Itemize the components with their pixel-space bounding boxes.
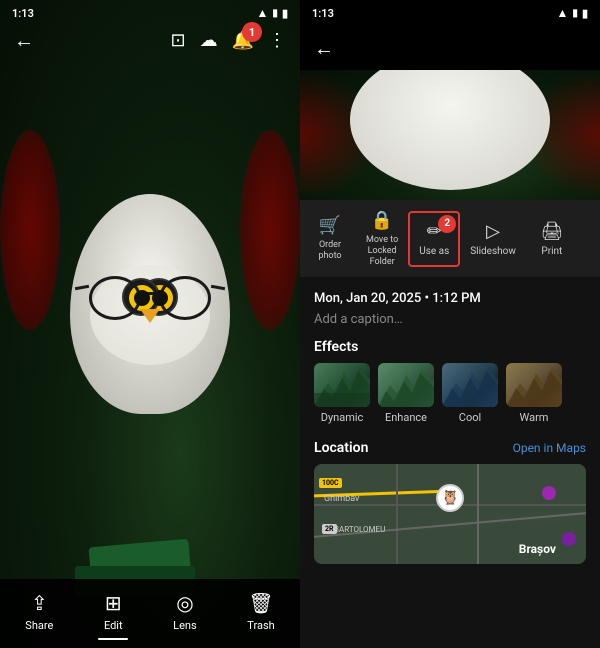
effect-dynamic-thumb	[314, 363, 370, 407]
effect-dynamic[interactable]: Dynamic	[314, 363, 370, 424]
glasses-arm-right	[211, 285, 225, 290]
right-panel: 1:13 ▲ ▮ ▮ ← 🛒 Orderphoto 🔒 Move toLocke…	[300, 0, 600, 648]
back-button[interactable]: ←	[14, 28, 34, 53]
effect-warm-label: Warm	[520, 411, 549, 424]
info-section: Mon, Jan 20, 2025 • 1:12 PM Add a captio…	[300, 277, 600, 335]
battery-icon: ▮	[282, 7, 288, 20]
right-battery-icon: ▮	[582, 7, 588, 20]
print-icon: 🖨	[540, 221, 563, 242]
effect-warm-thumb	[506, 363, 562, 407]
order-photo-label: Orderphoto	[318, 240, 341, 262]
location-header: Location Open in Maps	[300, 436, 600, 464]
share-button[interactable]: ⇪ Share	[25, 591, 53, 632]
slideshow-action[interactable]: ▷ Slideshow	[460, 211, 526, 267]
right-photo-preview	[300, 70, 600, 200]
edit-label: Edit	[104, 619, 123, 632]
right-toolbar: ←	[300, 26, 600, 70]
caption-placeholder[interactable]: Add a caption…	[314, 312, 586, 327]
map-label-bartolomeu: BARTOLOMEU	[334, 525, 385, 534]
use-as-badge: 2	[438, 215, 456, 233]
more-icon[interactable]: ⋮	[268, 30, 286, 51]
effect-cool[interactable]: Cool	[442, 363, 498, 424]
photo-date: Mon, Jan 20, 2025 • 1:12 PM	[314, 291, 586, 306]
map-label-brasov: Brașov	[519, 542, 556, 556]
map-road-4	[477, 464, 479, 564]
right-signal-icon: ▮	[572, 8, 578, 19]
open-maps-link[interactable]: Open in Maps	[513, 441, 586, 455]
lens-label: Lens	[173, 619, 197, 632]
effect-cool-thumb	[442, 363, 498, 407]
left-panel: 1:13 ▲ ▮ ▮ ← ⊡ ☁ 🔔 1 ⋮	[0, 0, 300, 648]
decoration-right	[240, 130, 300, 330]
signal-icon: ▮	[272, 8, 278, 19]
left-time: 1:13	[12, 7, 34, 20]
location-title: Location	[314, 440, 368, 456]
left-status-icons: ▲ ▮ ▮	[257, 6, 288, 20]
use-as-action[interactable]: 2 ✏ Use as	[408, 211, 460, 267]
slideshow-label: Slideshow	[470, 246, 516, 257]
lens-icon: ◎	[176, 591, 193, 615]
right-wifi-icon: ▲	[557, 6, 569, 20]
decoration-left	[0, 130, 60, 330]
actions-row: 🛒 Orderphoto 🔒 Move toLockedFolder 2 ✏ U…	[300, 200, 600, 277]
trash-label: Trash	[247, 619, 274, 632]
locked-folder-action[interactable]: 🔒 Move toLockedFolder	[356, 200, 408, 277]
print-label: Print	[541, 246, 562, 257]
map-road-num: 100C	[319, 478, 342, 488]
glasses-arm-left	[75, 285, 89, 290]
effect-cool-label: Cool	[459, 411, 481, 424]
effect-enhance-thumb	[378, 363, 434, 407]
order-photo-icon: 🛒	[319, 215, 341, 236]
effects-title: Effects	[300, 335, 600, 363]
right-status-bar: 1:13 ▲ ▮ ▮	[300, 0, 600, 26]
print-action[interactable]: 🖨 Print	[526, 211, 578, 267]
cloud-icon[interactable]: ☁	[200, 30, 218, 51]
cast-icon[interactable]: ⊡	[170, 30, 185, 51]
effect-warm[interactable]: Warm	[506, 363, 562, 424]
right-time: 1:13	[312, 7, 334, 20]
wifi-icon: ▲	[257, 6, 269, 20]
map-label-ghimbav: Ghimbav	[324, 494, 359, 504]
order-photo-action[interactable]: 🛒 Orderphoto	[304, 205, 356, 272]
effect-enhance[interactable]: Enhance	[378, 363, 434, 424]
locked-folder-icon: 🔒	[371, 210, 393, 231]
effect-enhance-label: Enhance	[385, 411, 427, 424]
notification-badge: 1	[242, 22, 262, 42]
edit-icon: ⊞	[105, 591, 122, 615]
edit-button[interactable]: ⊞ Edit	[104, 591, 123, 632]
right-back-button[interactable]: ←	[314, 36, 334, 61]
locked-folder-label: Move toLockedFolder	[366, 235, 398, 267]
share-label: Share	[25, 619, 53, 632]
slideshow-icon: ▷	[486, 221, 500, 242]
effect-dynamic-label: Dynamic	[321, 411, 364, 424]
share-icon: ⇪	[31, 591, 48, 615]
owl-photo	[0, 0, 300, 648]
lens-button[interactable]: ◎ Lens	[173, 591, 197, 632]
left-toolbar: ← ⊡ ☁ 🔔 1 ⋮	[0, 22, 300, 59]
map-container[interactable]: 100C 2R Ghimbav BARTOLOMEU Brașov 🦉	[314, 464, 586, 564]
left-bottom-bar: ⇪ Share ⊞ Edit ◎ Lens 🗑 Trash	[0, 579, 300, 648]
owl-beak	[140, 309, 160, 323]
trash-button[interactable]: 🗑 Trash	[247, 591, 274, 632]
trash-icon: 🗑	[248, 591, 273, 615]
use-as-label: Use as	[419, 246, 449, 257]
map-road-1	[396, 464, 398, 564]
notification-icon[interactable]: 🔔 1	[232, 30, 254, 51]
right-status-icons: ▲ ▮ ▮	[557, 6, 588, 20]
effects-row: Dynamic Enhance Cool	[300, 363, 600, 436]
